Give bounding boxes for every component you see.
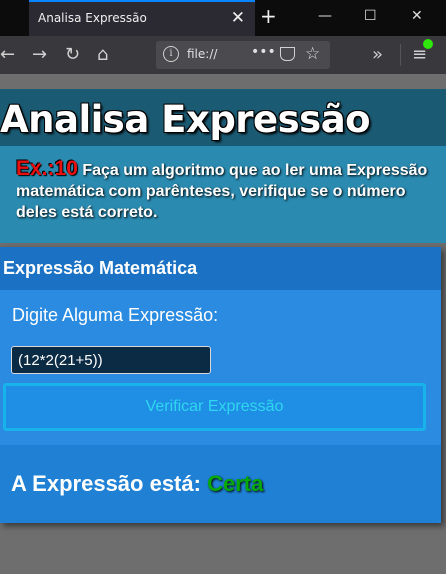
exercise-label: Ex.:10: [16, 157, 78, 180]
expression-input-label: Digite Alguma Expressão:: [12, 305, 219, 325]
tab-close-icon[interactable]: ✕: [231, 8, 245, 28]
expression-card: Expressão Matemática Digite Alguma Expre…: [0, 247, 441, 523]
url-bar[interactable]: i file:// ••• ☆: [156, 41, 330, 69]
window-maximize-icon[interactable]: ☐: [364, 6, 377, 26]
header-section: Analisa Expressão Ex.:10 Faça um algorit…: [0, 89, 446, 243]
page-content: Analisa Expressão Ex.:10 Faça um algorit…: [0, 74, 446, 574]
window-close-icon[interactable]: ✕: [411, 6, 423, 26]
card-title: Expressão Matemática: [3, 258, 198, 278]
back-arrow-icon[interactable]: ←: [0, 44, 15, 66]
overflow-chevron-icon[interactable]: »: [372, 44, 383, 66]
tab-title: Analisa Expressão: [38, 11, 147, 25]
verify-expression-button[interactable]: Verificar Expressão: [3, 383, 426, 431]
url-text: file://: [187, 47, 218, 61]
result-section: A Expressão está: Certa: [0, 445, 441, 523]
page-title: Analisa Expressão: [0, 98, 371, 141]
card-header: Expressão Matemática: [0, 247, 441, 290]
reload-icon[interactable]: ↻: [65, 44, 80, 66]
window-minimize-icon[interactable]: —: [318, 6, 332, 26]
forward-arrow-icon[interactable]: →: [32, 44, 47, 66]
result-text: A Expressão está: Certa: [11, 471, 263, 497]
tab-strip: Analisa Expressão ✕ + — ☐ ✕: [0, 0, 446, 36]
page-info-icon[interactable]: i: [163, 46, 179, 62]
home-icon[interactable]: ⌂: [97, 44, 108, 66]
navigation-toolbar: ← → ↻ ⌂ i file:// ••• ☆ » ≡: [0, 36, 446, 74]
page-actions-icon[interactable]: •••: [251, 44, 276, 60]
description-band: Ex.:10 Faça um algoritmo que ao ler uma …: [0, 146, 446, 243]
result-value: Certa: [207, 471, 264, 496]
active-tab[interactable]: Analisa Expressão ✕: [29, 0, 255, 36]
result-label: A Expressão está:: [11, 471, 201, 496]
exercise-description: Ex.:10 Faça um algoritmo que ao ler uma …: [16, 158, 436, 223]
new-tab-icon[interactable]: +: [260, 5, 277, 27]
exercise-text: Faça um algoritmo que ao ler uma Express…: [16, 162, 428, 221]
update-badge-icon: [423, 39, 433, 49]
bookmark-star-icon[interactable]: ☆: [305, 44, 320, 64]
pocket-icon[interactable]: [280, 47, 295, 61]
toolbar-divider: [400, 44, 401, 66]
expression-input[interactable]: [11, 346, 211, 374]
